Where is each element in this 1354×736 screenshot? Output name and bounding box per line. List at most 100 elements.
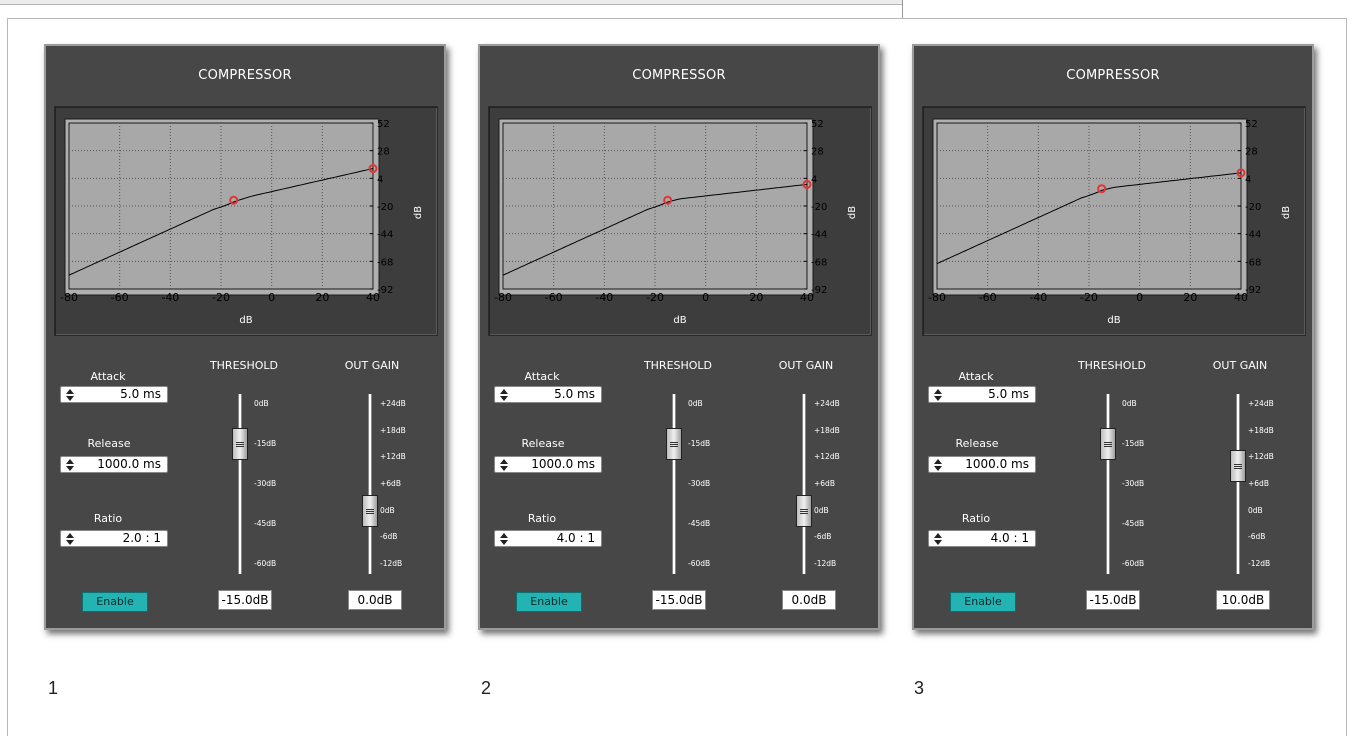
threshold-slider-track[interactable]: [672, 394, 676, 574]
out-gain-readout[interactable]: 0.0dB: [348, 590, 402, 610]
ratio-spinbox[interactable]: 4.0 : 1: [928, 530, 1036, 547]
out-gain-scale-label: 0dB: [380, 505, 395, 515]
compressor-panel: COMPRESSOR -80 -60 -40 -20 0 20 40 52 28 4 -20 -44-…: [912, 44, 1314, 630]
out-gain-heading: OUT GAIN: [778, 359, 834, 372]
up-down-arrows-icon[interactable]: [65, 532, 75, 546]
compressor-panel: COMPRESSOR -80 -60 -40 -20 0 20 40 52 28 4 -20 -44-…: [478, 44, 880, 630]
ratio-label: Ratio: [961, 512, 991, 525]
transfer-curve-svg: -80 -60 -40 -20 0 20 4052284-20-44-68-92: [60, 118, 393, 304]
out-gain-scale-label: +6dB: [814, 479, 835, 488]
transfer-curve-svg: -80 -60 -40 -20 0 20 4052284-20-44-68-92: [494, 118, 827, 304]
threshold-scale-label: -45dB: [254, 519, 277, 528]
transfer-curve-graph: -80 -60 -40 -20 0 20 40 52 28 4 -20 -44 -68 -92 dB dB: [922, 106, 1306, 336]
y-tick-label: -44: [1245, 230, 1261, 241]
release-value: 1000.0 ms: [965, 457, 1029, 471]
ratio-value: 4.0 : 1: [556, 531, 595, 545]
attack-value: 5.0 ms: [988, 387, 1029, 401]
threshold-scale-label: 0dB: [688, 399, 703, 408]
out-gain-readout[interactable]: 0.0dB: [782, 590, 836, 610]
x-tick-label: 0: [702, 291, 709, 304]
up-down-arrows-icon[interactable]: [499, 532, 509, 546]
y-tick-label: -20: [811, 202, 827, 213]
attack-spinbox[interactable]: 5.0 ms: [60, 386, 168, 403]
release-spinbox[interactable]: 1000.0 ms: [494, 456, 602, 473]
release-label: Release: [87, 437, 131, 450]
threshold-slider-knob[interactable]: [232, 428, 248, 460]
enable-button[interactable]: Enable: [950, 592, 1016, 612]
out-gain-scale-label: +6dB: [1248, 479, 1269, 488]
threshold-readout[interactable]: -15.0dB: [218, 590, 272, 610]
out-gain-slider-track[interactable]: [368, 394, 372, 574]
threshold-readout[interactable]: -15.0dB: [652, 590, 706, 610]
x-tick-label: -20: [1080, 291, 1098, 304]
up-down-arrows-icon[interactable]: [499, 458, 509, 472]
y-tick-label: 28: [811, 147, 824, 158]
up-down-arrows-icon[interactable]: [933, 532, 943, 546]
threshold-scale-label: -45dB: [688, 519, 711, 528]
ratio-spinbox[interactable]: 4.0 : 1: [494, 530, 602, 547]
header-divider: [902, 0, 903, 18]
out-gain-slider-track[interactable]: [802, 394, 806, 574]
graph-y-axis-label: dB: [847, 205, 859, 220]
ratio-spinbox[interactable]: 2.0 : 1: [60, 530, 168, 547]
ratio-value: 4.0 : 1: [990, 531, 1029, 545]
graph-y-axis-label: dB: [413, 205, 425, 220]
up-down-arrows-icon[interactable]: [933, 458, 943, 472]
release-spinbox[interactable]: 1000.0 ms: [60, 456, 168, 473]
x-tick-label: -60: [545, 291, 563, 304]
out-gain-readout[interactable]: 10.0dB: [1216, 590, 1270, 610]
y-tick-label: -92: [1245, 285, 1261, 296]
threshold-scale-label: -30dB: [254, 479, 277, 488]
attack-spinbox[interactable]: 5.0 ms: [928, 386, 1036, 403]
x-tick-label: -40: [595, 291, 613, 304]
x-tick-label: -60: [979, 291, 997, 304]
out-gain-slider-knob[interactable]: [1230, 450, 1246, 483]
out-gain-scale-label: +24dB: [380, 399, 406, 408]
threshold-slider-track[interactable]: [238, 394, 242, 574]
y-tick-label: -20: [1245, 202, 1261, 213]
threshold-scale-label: -30dB: [688, 479, 711, 488]
y-tick-label: 4: [377, 174, 383, 185]
graph-x-axis-label: dB: [673, 315, 687, 326]
out-gain-slider-knob[interactable]: [796, 494, 812, 527]
threshold-scale-label: 0dB: [254, 399, 269, 408]
threshold-slider-knob[interactable]: [1100, 428, 1116, 460]
up-down-arrows-icon[interactable]: [65, 458, 75, 472]
figure-frame-right: [1346, 18, 1347, 736]
threshold-slider-knob[interactable]: [666, 428, 682, 460]
y-tick-label: 28: [377, 147, 390, 158]
x-tick-label: 0: [1136, 291, 1143, 304]
y-tick-label: -68: [811, 257, 827, 268]
out-gain-scale-label: -12dB: [814, 559, 837, 568]
attack-spinbox[interactable]: 5.0 ms: [494, 386, 602, 403]
up-down-arrows-icon[interactable]: [933, 388, 943, 402]
y-tick-label: -92: [811, 285, 827, 296]
release-spinbox[interactable]: 1000.0 ms: [928, 456, 1036, 473]
threshold-readout[interactable]: -15.0dB: [1086, 590, 1140, 610]
enable-button[interactable]: Enable: [516, 592, 582, 612]
panel-title: COMPRESSOR: [632, 68, 726, 83]
out-gain-scale-label: +6dB: [380, 479, 401, 488]
y-tick-label: 52: [811, 119, 824, 130]
enable-button[interactable]: Enable: [82, 592, 148, 612]
threshold-scale-label: -30dB: [1122, 479, 1145, 488]
threshold-slider-track[interactable]: [1106, 394, 1110, 574]
attack-value: 5.0 ms: [554, 387, 595, 401]
attack-value: 5.0 ms: [120, 387, 161, 401]
ratio-label: Ratio: [93, 512, 123, 525]
threshold-scale-label: -15dB: [1122, 439, 1145, 448]
out-gain-slider-track[interactable]: [1236, 394, 1240, 574]
out-gain-scale-label: -6dB: [380, 532, 398, 542]
out-gain-slider-knob[interactable]: [362, 494, 378, 527]
out-gain-scale-label: -12dB: [1248, 559, 1271, 568]
out-gain-scale-label: +18dB: [1248, 425, 1274, 435]
out-gain-scale-label: +24dB: [1248, 399, 1274, 408]
y-tick-label: 52: [1245, 119, 1258, 130]
threshold-scale-label: -60dB: [688, 559, 711, 568]
out-gain-scale-label: +12dB: [380, 452, 406, 462]
y-tick-label: -68: [1245, 257, 1261, 268]
compressor-panel: COMPRESSOR -80 -60 -40 -20 0 20 40 52 28 4 -20 -44-…: [44, 44, 446, 630]
up-down-arrows-icon[interactable]: [499, 388, 509, 402]
up-down-arrows-icon[interactable]: [65, 388, 75, 402]
x-tick-label: -20: [212, 291, 230, 304]
